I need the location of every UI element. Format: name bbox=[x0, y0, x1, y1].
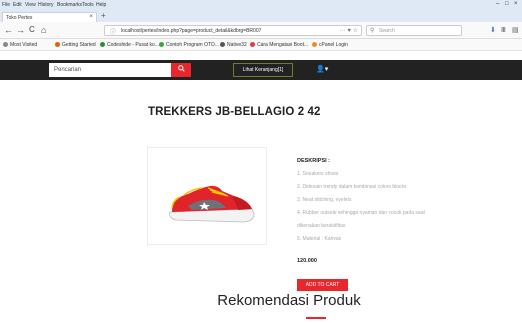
url-text: localhost/pertes/index.php?page=product_… bbox=[121, 28, 262, 34]
add-to-cart-button[interactable]: ADD TO CART bbox=[297, 279, 348, 291]
cpanel-icon bbox=[312, 42, 317, 47]
navigation-bar: ← → C ⌂ ⓘ localhost/pertes/index.php?pag… bbox=[0, 22, 522, 39]
close-window-icon[interactable]: × bbox=[514, 1, 518, 7]
menu-help[interactable]: Help bbox=[96, 2, 106, 8]
site-icon bbox=[100, 42, 105, 47]
description-line: 4. Rubber outsole sehingga nyaman dan co… bbox=[297, 210, 425, 216]
bookmark-getting-started[interactable]: Getting Started bbox=[55, 42, 96, 48]
gear-icon bbox=[3, 42, 8, 47]
search-icon bbox=[177, 65, 185, 72]
tab-close-icon[interactable]: × bbox=[89, 14, 93, 20]
browser-search-input[interactable]: ⚲ Search bbox=[366, 25, 462, 36]
bookmarks-toolbar: Most Visited Getting Started Codeshide -… bbox=[0, 39, 522, 51]
bookmark-codeshide[interactable]: Codeshide - Pusat ko... bbox=[100, 42, 159, 48]
tab-toko-pertes[interactable]: Toko Pertes × bbox=[2, 12, 97, 22]
forward-icon[interactable]: → bbox=[16, 25, 25, 35]
menu-tools[interactable]: Tools bbox=[82, 2, 94, 8]
bookmark-cpanel-login[interactable]: cPanel Login bbox=[312, 42, 348, 48]
menu-history[interactable]: History bbox=[38, 2, 54, 8]
heading-underline bbox=[306, 317, 326, 319]
site-icon bbox=[159, 42, 164, 47]
product-image[interactable] bbox=[147, 147, 267, 245]
maximize-icon[interactable]: □ bbox=[505, 1, 509, 7]
site-icon bbox=[250, 42, 255, 47]
site-search-button[interactable] bbox=[171, 63, 191, 77]
page-info-icon: ⓘ bbox=[110, 30, 117, 36]
description-line: 5. Material : Kanvas bbox=[297, 236, 342, 242]
description-line: 2. Didesain trendy dalam kombinasi color… bbox=[297, 184, 407, 190]
description-heading: DESKRIPSI : bbox=[297, 158, 331, 164]
description-line: 3. Neat stitching, eyelets bbox=[297, 197, 352, 203]
menu-file[interactable]: File bbox=[2, 2, 10, 8]
new-tab-button[interactable]: + bbox=[101, 11, 106, 20]
browser-search-placeholder: Search bbox=[379, 28, 395, 34]
description-line: 1. Sneakers shoes bbox=[297, 171, 339, 177]
home-icon[interactable]: ⌂ bbox=[41, 25, 46, 35]
library-icon[interactable]: Ⅲ bbox=[501, 26, 506, 34]
reload-icon[interactable]: C bbox=[29, 25, 35, 34]
description-line: dikenakan beraktifitas bbox=[297, 223, 346, 229]
sidebar-icon[interactable]: ▤ bbox=[512, 26, 519, 34]
url-bar[interactable]: ⓘ localhost/pertes/index.php?page=produc… bbox=[104, 25, 362, 36]
menu-bookmarks[interactable]: Bookmarks bbox=[57, 2, 82, 8]
menu-bar: File Edit View History Bookmarks Tools H… bbox=[0, 0, 522, 11]
site-search-input[interactable]: Pencarian bbox=[49, 63, 171, 77]
product-title: TREKKERS JB-BELLAGIO 2 42 bbox=[148, 106, 321, 118]
firefox-icon bbox=[55, 42, 60, 47]
minimize-icon[interactable]: – bbox=[496, 1, 499, 7]
bookmark-contoh-program[interactable]: Contoh Program OTO... bbox=[159, 42, 219, 48]
back-icon[interactable]: ← bbox=[4, 25, 13, 35]
site-search-placeholder: Pencarian bbox=[54, 67, 82, 73]
product-price: 120.000 bbox=[297, 258, 317, 264]
search-icon: ⚲ bbox=[370, 28, 375, 34]
tab-bar: Toko Pertes × + bbox=[0, 11, 522, 22]
menu-view[interactable]: View bbox=[25, 2, 36, 8]
page-actions-icon[interactable]: ··· ♥ ☆ bbox=[340, 27, 358, 34]
bookmark-native32[interactable]: Native32 bbox=[220, 42, 247, 48]
user-menu-icon[interactable]: 👤▾ bbox=[316, 65, 328, 73]
download-icon[interactable]: ⬇ bbox=[490, 26, 496, 34]
bookmark-most-visited[interactable]: Most Visited bbox=[3, 42, 37, 48]
view-cart-button[interactable]: Lihat Keranjang[1] bbox=[233, 63, 293, 77]
tab-title: Toko Pertes bbox=[6, 15, 33, 21]
site-icon bbox=[220, 42, 225, 47]
bookmark-cara-mengatasi[interactable]: Cara Mengatasi Boot... bbox=[250, 42, 308, 48]
menu-edit[interactable]: Edit bbox=[13, 2, 22, 8]
sneaker-image bbox=[169, 185, 255, 223]
recommendation-heading: Rekomendasi Produk bbox=[217, 292, 361, 309]
site-header: Pencarian Lihat Keranjang[1] 👤▾ bbox=[0, 60, 522, 80]
